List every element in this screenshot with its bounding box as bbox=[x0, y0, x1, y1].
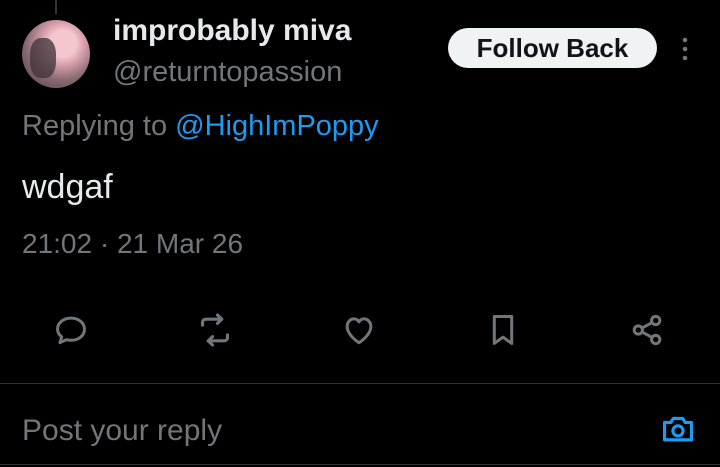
follow-back-button[interactable]: Follow Back bbox=[448, 28, 657, 68]
bookmark-icon[interactable] bbox=[483, 310, 523, 350]
replying-to-label: Replying to bbox=[22, 110, 176, 142]
share-icon[interactable] bbox=[627, 310, 667, 350]
author-display-name[interactable]: improbably miva bbox=[113, 14, 351, 48]
mention-link[interactable]: @HighImPoppy bbox=[175, 110, 379, 142]
tweet-timestamp[interactable]: 21:02 · 21 Mar 26 bbox=[22, 228, 243, 260]
reply-input[interactable] bbox=[22, 408, 622, 454]
more-options-icon[interactable] bbox=[678, 36, 692, 62]
reply-icon[interactable] bbox=[51, 310, 91, 350]
reply-bottom-divider bbox=[0, 464, 720, 465]
replying-to-line: Replying to @HighImPoppy bbox=[22, 110, 379, 143]
camera-icon[interactable] bbox=[658, 408, 698, 448]
retweet-icon[interactable] bbox=[195, 310, 235, 350]
like-icon[interactable] bbox=[339, 310, 379, 350]
reply-divider bbox=[0, 383, 720, 384]
avatar[interactable] bbox=[22, 20, 90, 88]
author-handle[interactable]: @returntopassion bbox=[113, 56, 342, 89]
thread-connector-line bbox=[55, 0, 57, 14]
tweet-text: wdgaf bbox=[22, 168, 113, 206]
